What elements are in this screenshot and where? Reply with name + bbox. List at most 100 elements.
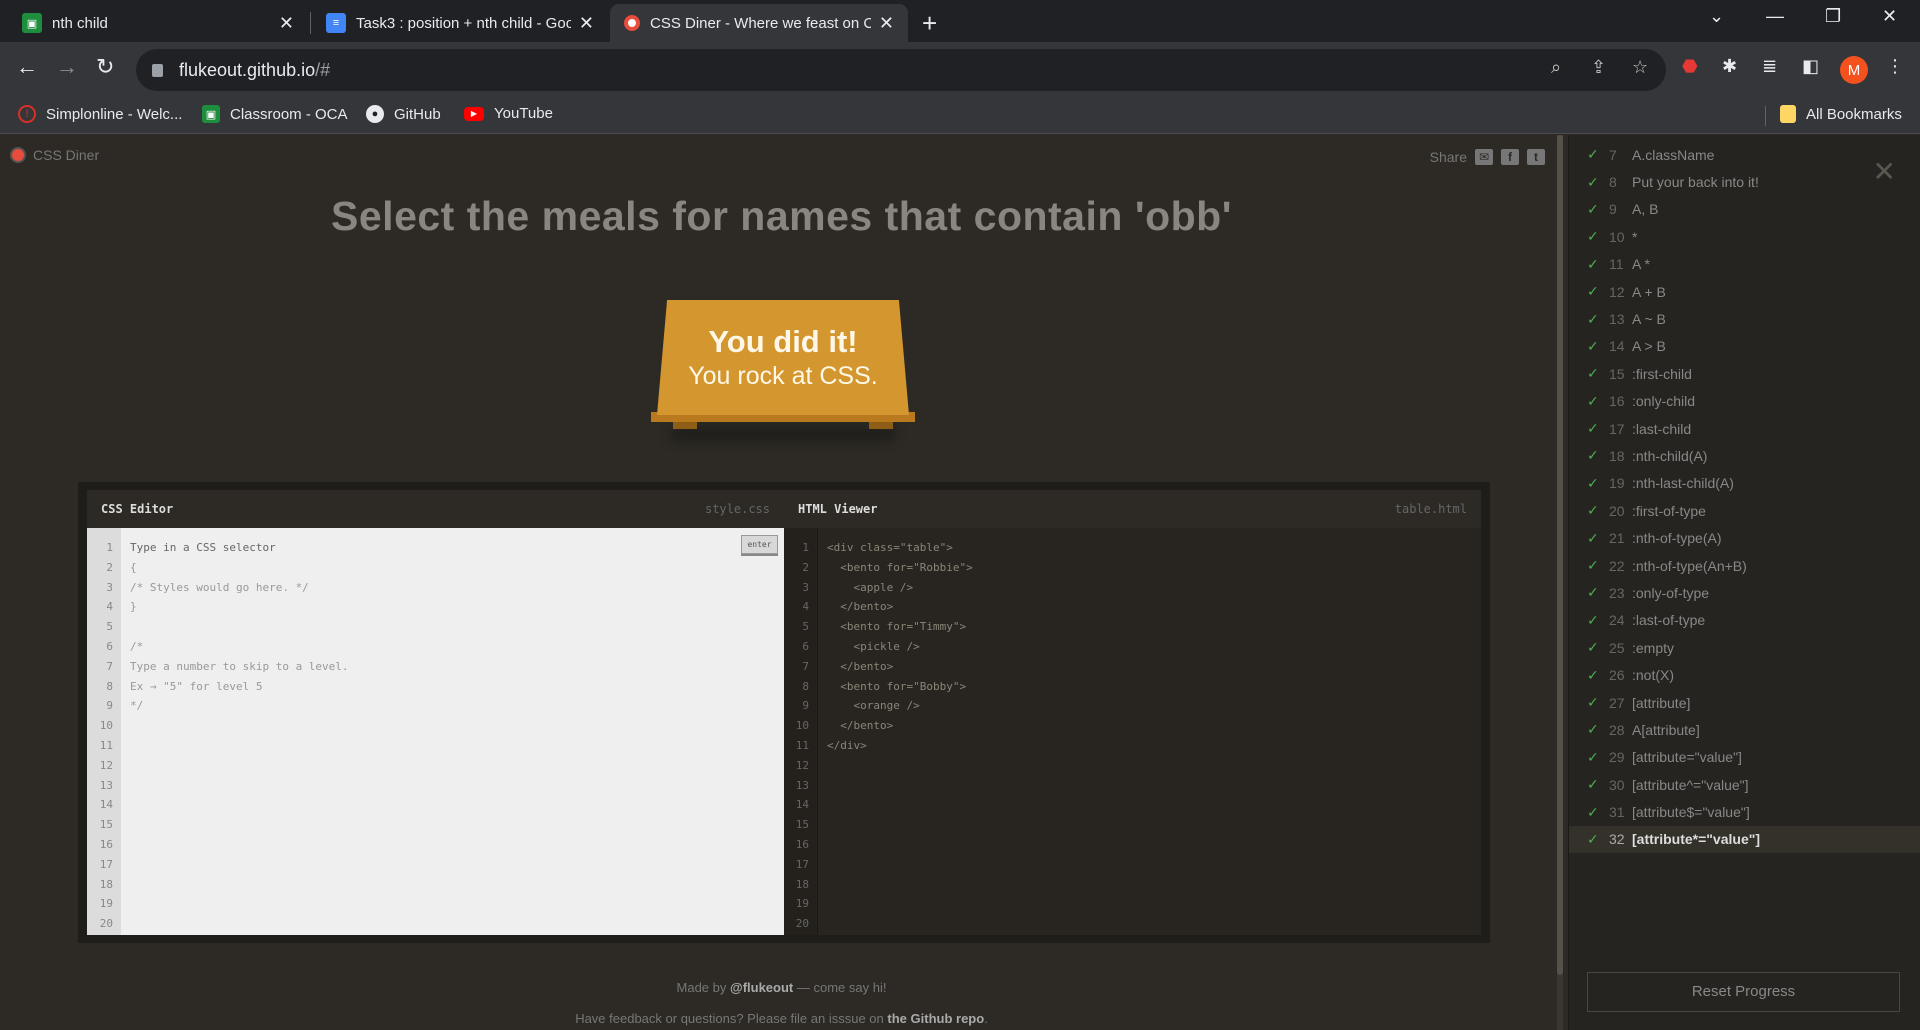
page-scrollbar[interactable] (1557, 135, 1563, 1030)
tab-css-diner[interactable]: CSS Diner - Where we feast on C ✕ (610, 4, 908, 42)
bookmark-star-icon[interactable]: ☆ (1632, 57, 1648, 78)
level-item-26[interactable]: ✓ 26:not(X) (1569, 661, 1920, 688)
level-number: 15 (1609, 365, 1625, 382)
checkmark-icon: ✓ (1587, 502, 1599, 519)
level-item-8[interactable]: ✓ 8 Put your back into it! (1569, 168, 1920, 195)
level-item-30[interactable]: ✓ 30 [attribute^="value"] (1569, 771, 1920, 798)
code-line: <div class="table"> (827, 541, 953, 554)
reset-progress-button[interactable]: Reset Progress (1587, 972, 1900, 1012)
code-line: <apple /> (827, 580, 914, 594)
profile-avatar[interactable]: M (1840, 56, 1868, 84)
level-item-10[interactable]: ✓ 10 * (1569, 223, 1920, 250)
adblock-extension-icon[interactable]: ⬣ (1682, 56, 1698, 77)
level-selector: :nth-last-child(A) (1632, 475, 1734, 492)
checkmark-icon: ✓ (1587, 173, 1599, 190)
level-item-25[interactable]: ✓ 25:empty (1569, 634, 1920, 661)
email-icon[interactable]: ✉ (1475, 149, 1493, 165)
address-bar[interactable]: flukeout.github.io/# (136, 49, 1666, 91)
menu-icon[interactable]: ⋮ (1886, 56, 1904, 77)
level-item-29[interactable]: ✓ 29 [attribute="value"] (1569, 744, 1920, 771)
media-queue-icon[interactable]: ≣ (1762, 56, 1777, 77)
level-item-7[interactable]: ✓ 7 A.className (1569, 141, 1920, 168)
level-item-21[interactable]: ✓ 21:nth-of-type(A) (1569, 524, 1920, 551)
checkmark-icon: ✓ (1587, 447, 1599, 464)
bookmark-github[interactable]: ● GitHub (366, 105, 441, 123)
css-input[interactable]: Type in a CSS selector {/* Styles would g… (121, 528, 784, 935)
level-item-22[interactable]: ✓ 22:nth-of-type(An+B) (1569, 552, 1920, 579)
folder-icon (1780, 105, 1796, 123)
code-line: <bento for="Robbie"> (827, 560, 973, 574)
extensions-icon[interactable]: ✱ (1722, 56, 1737, 77)
close-icon[interactable]: ✕ (279, 13, 294, 34)
editor: CSS Editor style.css 1 2 3 4 5 6 7 8 9 10 11 12 13 14… (78, 482, 1490, 943)
side-panel-icon[interactable]: ◧ (1802, 56, 1819, 77)
level-item-20[interactable]: ✓ 20:first-of-type (1569, 497, 1920, 524)
css-editor-header: CSS Editor style.css (87, 490, 784, 528)
minimize-icon[interactable]: — (1766, 6, 1784, 27)
reload-icon[interactable]: ↻ (96, 54, 114, 80)
line-number: 2 (802, 560, 809, 574)
enter-button[interactable]: enter (741, 535, 778, 554)
logo-text: CSS Diner (33, 147, 100, 163)
level-item-31[interactable]: ✓ 31 [attribute$="value"] (1569, 798, 1920, 825)
checkmark-icon: ✓ (1587, 721, 1599, 738)
back-icon[interactable]: ← (16, 54, 38, 80)
share-page-icon[interactable]: ⇪ (1591, 57, 1606, 78)
level-item-14[interactable]: ✓ 14 A > B (1569, 333, 1920, 360)
level-item-16[interactable]: ✓ 16:only-child (1569, 388, 1920, 415)
level-item-32[interactable]: ✓ 32 [attribute*="value"] (1569, 825, 1920, 854)
css-editor-body[interactable]: 1 2 3 4 5 6 7 8 9 10 11 12 13 14 15 16 17 18 19 20 Type in … (87, 528, 784, 935)
new-tab-button[interactable]: + (922, 8, 937, 39)
level-item-28[interactable]: ✓ 28 A[attribute] (1569, 716, 1920, 743)
level-number: 13 (1609, 311, 1625, 328)
level-item-11[interactable]: ✓ 11 A * (1569, 251, 1920, 278)
line-number: 18 (99, 877, 113, 891)
flukeout-link[interactable]: @flukeout (730, 980, 793, 995)
level-item-27[interactable]: ✓ 27 [attribute] (1569, 689, 1920, 716)
level-selector: [attribute*="value"] (1632, 831, 1761, 848)
all-bookmarks[interactable]: All Bookmarks (1780, 105, 1902, 123)
close-icon[interactable]: ✕ (879, 13, 894, 34)
tab-nth-child[interactable]: ▣ nth child ✕ (8, 4, 308, 42)
window-close-icon[interactable]: ✕ (1882, 6, 1897, 27)
level-item-15[interactable]: ✓ 15:first-child (1569, 360, 1920, 387)
scrollbar-thumb[interactable] (1557, 135, 1563, 975)
github-repo-link[interactable]: the Github repo (887, 1011, 984, 1026)
level-item-23[interactable]: ✓ 23:only-of-type (1569, 579, 1920, 606)
checkmark-icon: ✓ (1587, 337, 1599, 354)
line-number: 14 (795, 798, 809, 812)
level-number: 26 (1609, 667, 1625, 684)
line-number: 17 (795, 857, 809, 871)
site-logo[interactable]: CSS Diner (10, 147, 99, 163)
forward-icon[interactable]: → (56, 54, 78, 80)
level-item-24[interactable]: ✓ 24:last-of-type (1569, 607, 1920, 634)
close-icon[interactable]: ✕ (579, 13, 594, 34)
github-icon: ● (366, 105, 384, 123)
level-item-19[interactable]: ✓ 19:nth-last-child(A) (1569, 470, 1920, 497)
logo-icon (10, 147, 26, 163)
level-item-9[interactable]: ✓ 9 A, B (1569, 196, 1920, 223)
level-item-17[interactable]: ✓ 17:last-child (1569, 415, 1920, 442)
code-line: } (130, 600, 137, 614)
tab-task3[interactable]: ≡ Task3 : position + nth child - Goo ✕ (312, 4, 608, 42)
level-item-18[interactable]: ✓ 18:nth-child(A) (1569, 442, 1920, 469)
level-item-13[interactable]: ✓ 13 A ~ B (1569, 305, 1920, 332)
level-item-12[interactable]: ✓ 12 A + B (1569, 278, 1920, 305)
bookmark-classroom[interactable]: ▣ Classroom - OCA (202, 105, 348, 123)
table-top: You did it! You rock at CSS. (657, 300, 909, 415)
level-selector: [attribute="value"] (1632, 749, 1742, 766)
twitter-icon[interactable]: t (1527, 149, 1545, 165)
level-selector: A * (1632, 256, 1650, 273)
bookmark-youtube[interactable]: ▶ YouTube (464, 105, 553, 122)
bookmark-simplonline[interactable]: ! Simplonline - Welc... (18, 105, 182, 123)
tab-search-icon[interactable]: ⌄ (1709, 6, 1724, 27)
facebook-icon[interactable]: f (1501, 149, 1519, 165)
share-label: Share (1429, 149, 1467, 165)
restore-icon[interactable]: ❐ (1825, 6, 1841, 27)
url-host: flukeout.github.io (179, 59, 316, 80)
checkmark-icon: ✓ (1587, 228, 1599, 245)
footer-made-by: Made by (676, 980, 727, 995)
bookmark-label: Simplonline - Welc... (46, 105, 183, 123)
zoom-icon[interactable]: ⌕ (1551, 57, 1561, 78)
html-viewer-pane: HTML Viewer table.html 1 2 3 4 5 6 7 8 9 10 11 12 13… (784, 490, 1481, 935)
